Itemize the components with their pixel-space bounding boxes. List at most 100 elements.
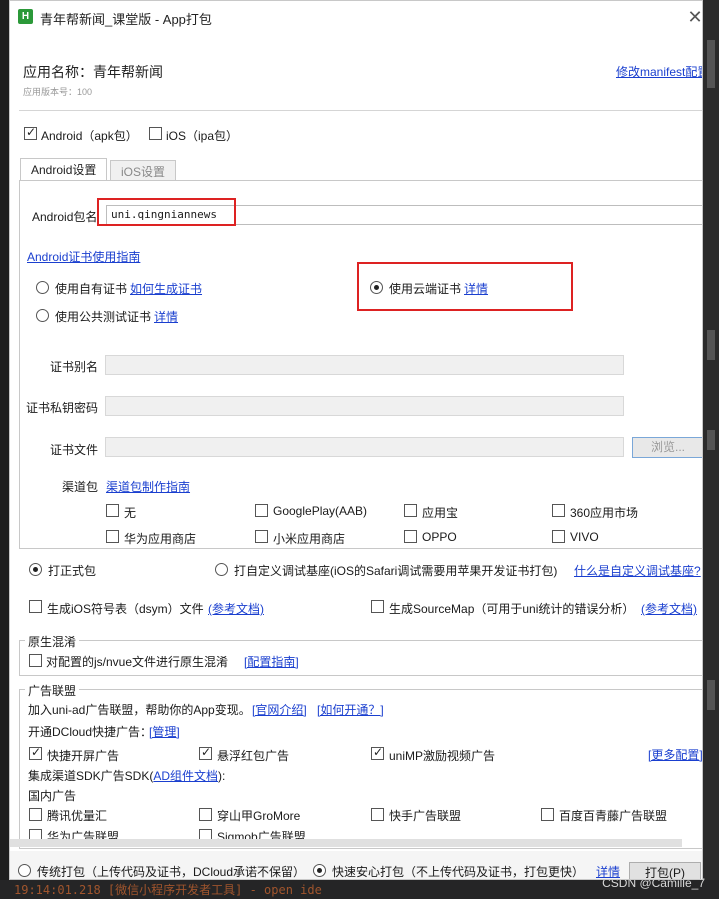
formal-build-radio[interactable] — [29, 563, 42, 576]
custom-base-link[interactable]: 什么是自定义调试基座? — [574, 562, 701, 579]
ad-manage-link[interactable]: [管理] — [149, 723, 180, 740]
cert-guide-link[interactable]: Android证书使用指南 — [27, 248, 140, 265]
password-input[interactable] — [105, 396, 624, 416]
browse-button[interactable]: 浏览... — [632, 437, 702, 458]
kuaishou-ad-label: 快手广告联盟 — [389, 809, 462, 823]
channel-none-checkbox[interactable] — [106, 504, 119, 517]
channel-yingyongbao-label: 应用宝 — [422, 506, 459, 520]
safe-pack-label: 快速安心打包（不上传代码及证书，打包更快） — [332, 865, 585, 879]
channel-vivo-label: VIVO — [570, 530, 599, 544]
file-input[interactable] — [105, 437, 624, 457]
ad-component-doc-link[interactable]: AD组件文档 — [153, 769, 218, 783]
password-label: 证书私钥密码 — [26, 401, 99, 415]
own-cert-link[interactable]: 如何生成证书 — [130, 280, 202, 297]
channel-oppo-checkbox[interactable] — [404, 530, 417, 543]
pack-button[interactable]: 打包(P) — [629, 862, 701, 879]
channel-none-label: 无 — [124, 506, 137, 520]
obfuscation-label: 对配置的js/nvue文件进行原生混淆 — [46, 655, 229, 669]
alias-input[interactable] — [105, 355, 624, 375]
ide-right-scrollbar[interactable] — [703, 0, 719, 899]
dsym-doc-link[interactable]: (参考文档) — [208, 600, 264, 617]
csj-ad-label: 穿山甲GroMore — [217, 809, 301, 823]
baidu-ad-label: 百度百青藤广告联盟 — [559, 809, 668, 823]
domestic-ad-label: 国内广告 — [28, 789, 77, 803]
dcloud-ad-label: 开通DCloud快捷广告： — [28, 725, 153, 739]
rewarded-ad-checkbox[interactable] — [371, 745, 384, 760]
public-cert-radio[interactable] — [36, 309, 49, 322]
channel-360-checkbox[interactable] — [552, 504, 565, 517]
public-cert-link[interactable]: 详情 — [154, 308, 178, 325]
ad-how-link[interactable]: [如何开通？] — [317, 701, 384, 718]
obfuscation-guide-link[interactable]: [配置指南] — [244, 653, 299, 670]
channel-guide-link[interactable]: 渠道包制作指南 — [106, 478, 190, 495]
cloud-cert-link[interactable]: 详情 — [464, 280, 488, 297]
android-checkbox[interactable] — [24, 125, 37, 140]
more-config-link[interactable]: [更多配置] — [648, 746, 702, 763]
cloud-cert-label: 使用云端证书 — [389, 282, 462, 296]
channel-xiaomi-label: 小米应用商店 — [273, 532, 346, 546]
redpacket-ad-label: 悬浮红包广告 — [217, 749, 290, 763]
sourcemap-label: 生成SourceMap（可用于uni统计的错误分析） — [389, 602, 635, 616]
channel-label: 渠道包 — [62, 480, 99, 494]
ad-alliance-title: 广告联盟 — [25, 682, 80, 699]
dsym-label: 生成iOS符号表（dsym）文件 — [47, 602, 204, 616]
ios-label: iOS（ipa包） — [166, 129, 239, 143]
tencent-ad-checkbox[interactable] — [29, 808, 42, 821]
ad-official-link[interactable]: [官网介绍] — [252, 701, 307, 718]
title-bar: H 青年帮新闻_课堂版 - App打包 ✕ — [10, 1, 702, 33]
channel-oppo-label: OPPO — [422, 530, 457, 544]
horizontal-scrollbar[interactable] — [10, 839, 682, 847]
tab-ios[interactable]: iOS设置 — [110, 160, 177, 180]
channel-googleplay-label: GooglePlay(AAB) — [273, 504, 368, 518]
own-cert-radio[interactable] — [36, 281, 49, 294]
channel-huawei-checkbox[interactable] — [106, 530, 119, 543]
redpacket-ad-checkbox[interactable] — [199, 745, 212, 760]
channel-yingyongbao-checkbox[interactable] — [404, 504, 417, 517]
rewarded-ad-label: uniMP激励视频广告 — [389, 749, 496, 763]
tab-android[interactable]: Android设置 — [20, 158, 108, 181]
splash-ad-checkbox[interactable] — [29, 745, 42, 760]
console-line: 19:14:01.218 [微信小程序开发者工具] - open ide — [14, 883, 322, 897]
file-label: 证书文件 — [50, 443, 99, 457]
ios-checkbox[interactable] — [149, 127, 162, 140]
formal-build-label: 打正式包 — [48, 564, 97, 578]
ide-left-gutter — [0, 0, 9, 899]
sdk-ad-label-end: ): — [218, 769, 226, 783]
kuaishou-ad-checkbox[interactable] — [371, 808, 384, 821]
tencent-ad-label: 腾讯优量汇 — [47, 809, 108, 823]
channel-xiaomi-checkbox[interactable] — [255, 530, 268, 543]
app-name: 应用名称：青年帮新闻 — [23, 64, 163, 80]
channel-360-label: 360应用市场 — [570, 506, 639, 520]
hbuilder-icon: H — [18, 9, 33, 24]
ad-intro: 加入uni-ad广告联盟，帮助你的App变现。 — [28, 703, 251, 717]
obfuscation-title: 原生混淆 — [25, 633, 80, 650]
highlight-box-package — [97, 198, 236, 226]
obfuscation-checkbox[interactable] — [29, 654, 42, 667]
sourcemap-doc-link[interactable]: (参考文档) — [641, 600, 697, 617]
public-cert-label: 使用公共测试证书 — [55, 310, 152, 324]
custom-base-radio[interactable] — [215, 563, 228, 576]
manifest-link[interactable]: 修改manifest配置 — [616, 63, 702, 80]
dsym-checkbox[interactable] — [29, 600, 42, 613]
sdk-ad-label-start: 集成渠道SDK广告SDK( — [28, 769, 154, 783]
traditional-pack-label: 传统打包（上传代码及证书，DCloud承诺不保留） — [37, 865, 306, 879]
close-button[interactable]: ✕ — [684, 6, 702, 28]
splash-ad-label: 快捷开屏广告 — [47, 749, 120, 763]
sourcemap-checkbox[interactable] — [371, 600, 384, 613]
sdk-ad-label: 集成渠道SDK广告SDK(AD组件文档): — [28, 767, 225, 784]
header-divider — [19, 110, 702, 111]
own-cert-label: 使用自有证书 — [55, 282, 128, 296]
package-label: Android包名 — [32, 210, 98, 224]
baidu-ad-checkbox[interactable] — [541, 808, 554, 821]
app-version: 应用版本号：100 — [23, 87, 93, 97]
pack-details-link[interactable]: 详情 — [596, 863, 620, 879]
cloud-cert-radio[interactable] — [370, 281, 383, 294]
safe-pack-radio[interactable] — [313, 864, 326, 877]
alias-label: 证书别名 — [50, 360, 99, 374]
channel-googleplay-checkbox[interactable] — [255, 504, 268, 517]
channel-vivo-checkbox[interactable] — [552, 530, 565, 543]
channel-huawei-label: 华为应用商店 — [124, 532, 197, 546]
android-label: Android（apk包） — [41, 129, 138, 143]
traditional-pack-radio[interactable] — [18, 864, 31, 877]
csj-ad-checkbox[interactable] — [199, 808, 212, 821]
